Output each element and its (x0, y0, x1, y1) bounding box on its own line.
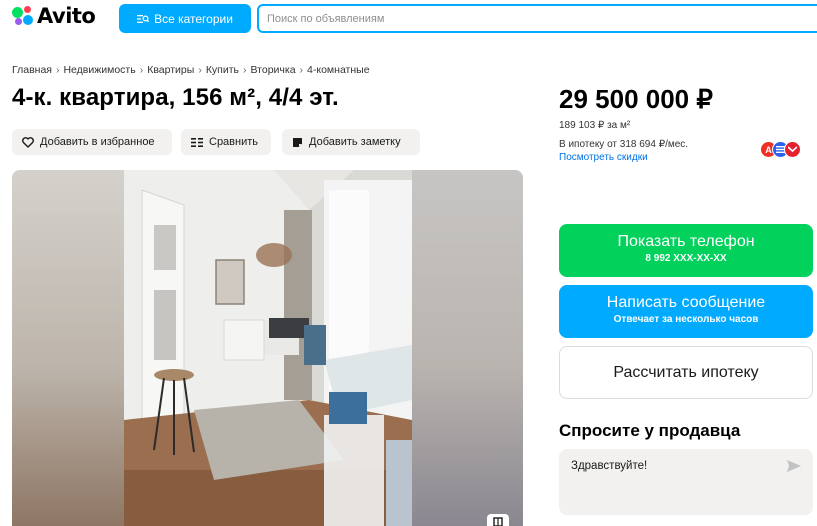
breadcrumb-item[interactable]: Вторичка (251, 64, 296, 76)
add-note-button[interactable]: Добавить заметку (282, 129, 420, 155)
compare-icon (191, 137, 203, 147)
compare-label: Сравнить (209, 136, 259, 148)
write-message-label: Написать сообщение (606, 294, 766, 311)
show-phone-button[interactable]: Показать телефон 8 992 XXX-XX-XX (559, 224, 813, 277)
add-to-favorites-label: Добавить в избранное (40, 136, 155, 148)
mortgage-info: В ипотеку от 318 694 ₽/мес. (559, 139, 689, 150)
breadcrumb-item[interactable]: Купить (206, 64, 239, 76)
search-input[interactable] (257, 4, 817, 33)
menu-search-icon (137, 14, 150, 23)
price-per-meter: 189 103 ₽ за м² (559, 120, 631, 131)
ask-seller-message[interactable]: Здравствуйте! (571, 460, 647, 472)
show-phone-label: Показать телефон (617, 233, 755, 250)
ask-seller-title: Спросите у продавца (559, 421, 741, 440)
calculate-mortgage-button[interactable]: Рассчитать ипотеку (559, 346, 813, 399)
price-total: 29 500 000 ₽ (559, 84, 713, 114)
breadcrumb-item[interactable]: Главная (12, 64, 52, 76)
breadcrumb-separator: › (243, 64, 247, 76)
add-note-label: Добавить заметку (309, 136, 401, 148)
photo-blur-right (411, 170, 523, 526)
breadcrumb-item[interactable]: 4-комнатные (307, 64, 370, 76)
all-categories-label: Все категории (154, 11, 233, 26)
photo-blur-left (12, 170, 124, 526)
ask-seller-input[interactable]: Здравствуйте! (559, 449, 813, 515)
breadcrumb-item[interactable]: Квартиры (147, 64, 194, 76)
phone-number-masked: 8 992 XXX-XX-XX (645, 253, 727, 264)
bank-logos: А (760, 141, 801, 158)
page-title: 4-к. квартира, 156 м², 4/4 эт. (12, 84, 339, 111)
breadcrumb: Главная › Недвижимость › Квартиры › Купи… (12, 64, 370, 76)
logo-text: Avito (37, 4, 96, 28)
breadcrumb-separator: › (299, 64, 304, 76)
write-message-button[interactable]: Написать сообщение Отвечает за несколько… (559, 285, 813, 338)
send-icon[interactable] (787, 460, 801, 472)
all-categories-button[interactable]: Все категории (119, 4, 251, 33)
view-discounts-link[interactable]: Посмотреть скидки (559, 152, 648, 163)
breadcrumb-separator: › (55, 64, 60, 76)
breadcrumb-item[interactable]: Недвижимость (63, 64, 135, 76)
add-to-favorites-button[interactable]: Добавить в избранное (12, 129, 172, 155)
listing-photo[interactable] (12, 170, 523, 526)
bank-icon (784, 141, 801, 158)
header: Avito Все категории (0, 0, 817, 36)
note-icon (293, 137, 302, 147)
heart-icon (22, 136, 34, 148)
logo-dots-icon (12, 6, 34, 26)
avito-logo[interactable]: Avito (12, 4, 96, 28)
breadcrumb-separator: › (198, 64, 202, 76)
room-photo (124, 170, 412, 526)
reply-time-label: Отвечает за несколько часов (613, 314, 759, 325)
expand-icon[interactable] (487, 514, 509, 526)
compare-button[interactable]: Сравнить (181, 129, 271, 155)
breadcrumb-separator: › (139, 64, 144, 76)
